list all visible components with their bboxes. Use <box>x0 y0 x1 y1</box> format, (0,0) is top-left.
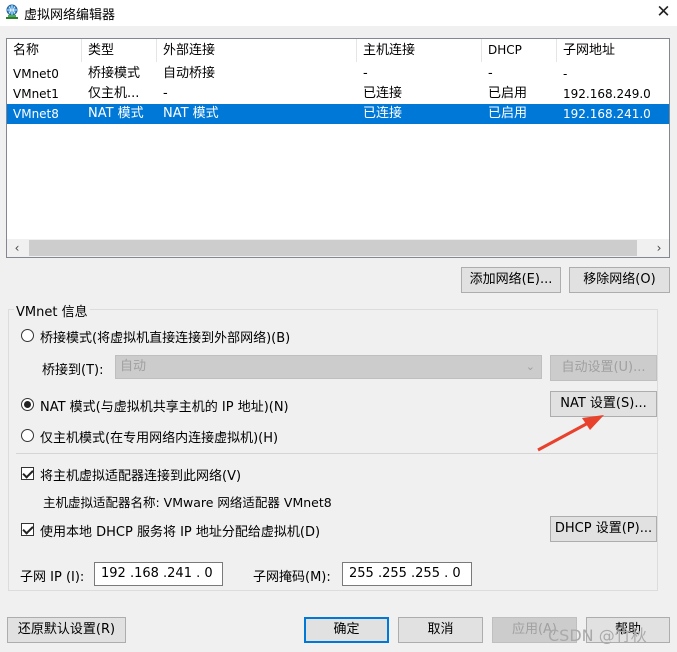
ok-button[interactable]: 确定 <box>304 617 389 643</box>
table-row[interactable]: VMnet1 仅主机... - 已连接 已启用 192.168.249.0 <box>7 84 669 104</box>
cell-subnet: 192.168.249.0 <box>563 87 651 101</box>
cell-type: 桥接模式 <box>88 66 141 81</box>
add-network-button[interactable]: 添加网络(E)... <box>461 267 561 293</box>
table-row-selected[interactable]: VMnet8 NAT 模式 NAT 模式 已连接 已启用 192.168.241… <box>7 104 669 124</box>
remove-network-button[interactable]: 移除网络(O) <box>569 267 670 293</box>
cell-external: - <box>163 86 168 101</box>
cell-subnet: 192.168.241.0 <box>563 107 651 121</box>
cell-host: 已连接 <box>363 106 403 121</box>
bridge-to-select[interactable]: 自动 ⌄ <box>115 355 542 379</box>
cell-type: 仅主机... <box>88 86 140 101</box>
scroll-right-icon[interactable]: › <box>649 239 669 257</box>
bridge-mode-radio[interactable] <box>21 329 34 342</box>
vmnet-info-label: VMnet 信息 <box>14 301 90 320</box>
cell-subnet: - <box>563 67 568 81</box>
restore-defaults-button[interactable]: 还原默认设置(R) <box>7 617 126 643</box>
table-row[interactable]: VMnet0 桥接模式 自动桥接 - - - <box>7 64 669 84</box>
scroll-thumb[interactable] <box>29 240 637 256</box>
bridge-mode-label[interactable]: 桥接模式(将虚拟机直接连接到外部网络)(B) <box>40 327 290 346</box>
subnet-mask-label: 子网掩码(M): <box>253 570 331 585</box>
subnet-ip-input[interactable]: 192 .168 .241 . 0 <box>94 562 223 586</box>
cell-dhcp: - <box>488 66 493 81</box>
use-local-dhcp-checkbox[interactable] <box>21 523 34 536</box>
nat-mode-radio[interactable] <box>21 398 34 411</box>
cell-name: VMnet1 <box>13 87 59 101</box>
list-header: 名称 类型 外部连接 主机连接 DHCP 子网地址 <box>7 39 669 62</box>
connect-host-adapter-label[interactable]: 将主机虚拟适配器连接到此网络(V) <box>40 465 241 484</box>
cell-host: 已连接 <box>363 86 403 101</box>
cell-dhcp: 已启用 <box>488 106 528 121</box>
cancel-button[interactable]: 取消 <box>398 617 483 643</box>
connect-host-adapter-checkbox[interactable] <box>21 467 34 480</box>
annotation-arrow-icon <box>537 415 604 452</box>
column-header-external[interactable]: 外部连接 <box>157 39 357 62</box>
cell-external: NAT 模式 <box>163 106 219 121</box>
horizontal-scrollbar[interactable]: ‹ › <box>7 239 669 257</box>
column-header-type[interactable]: 类型 <box>82 39 157 62</box>
watermark-text: CSDN @竹秋 <box>548 626 647 645</box>
column-header-host[interactable]: 主机连接 <box>357 39 482 62</box>
bridge-to-value: 自动 <box>120 359 147 374</box>
host-only-mode-label[interactable]: 仅主机模式(在专用网络内连接虚拟机)(H) <box>40 427 278 446</box>
network-icon <box>6 4 18 19</box>
subnet-mask-input[interactable]: 255 .255 .255 . 0 <box>342 562 472 586</box>
host-adapter-name: 主机虚拟适配器名称: VMware 网络适配器 VMnet8 <box>43 495 332 510</box>
host-only-mode-radio[interactable] <box>21 429 34 442</box>
bridge-to-label: 桥接到(T): <box>42 363 104 378</box>
title-bar: 虚拟网络编辑器 ✕ <box>0 0 677 26</box>
cell-name: VMnet8 <box>13 107 59 121</box>
column-header-dhcp[interactable]: DHCP <box>482 39 557 62</box>
cell-dhcp: 已启用 <box>488 86 528 101</box>
column-header-name[interactable]: 名称 <box>7 39 82 62</box>
auto-settings-button[interactable]: 自动设置(U)... <box>550 355 657 381</box>
subnet-ip-label: 子网 IP (I): <box>20 570 85 585</box>
scroll-left-icon[interactable]: ‹ <box>7 239 27 257</box>
column-header-subnet[interactable]: 子网地址 <box>557 39 669 62</box>
cell-type: NAT 模式 <box>88 106 144 121</box>
window-title: 虚拟网络编辑器 <box>24 8 116 23</box>
close-icon[interactable]: ✕ <box>650 0 677 24</box>
cell-name: VMnet0 <box>13 67 59 81</box>
cell-host: - <box>363 66 368 81</box>
chevron-down-icon: ⌄ <box>525 360 535 373</box>
network-list[interactable]: 名称 类型 外部连接 主机连接 DHCP 子网地址 VMnet0 桥接模式 自动… <box>6 38 670 258</box>
dhcp-settings-button[interactable]: DHCP 设置(P)... <box>550 516 657 542</box>
use-local-dhcp-label[interactable]: 使用本地 DHCP 服务将 IP 地址分配给虚拟机(D) <box>40 521 320 540</box>
nat-mode-label[interactable]: NAT 模式(与虚拟机共享主机的 IP 地址)(N) <box>40 396 289 415</box>
cell-external: 自动桥接 <box>163 66 216 81</box>
